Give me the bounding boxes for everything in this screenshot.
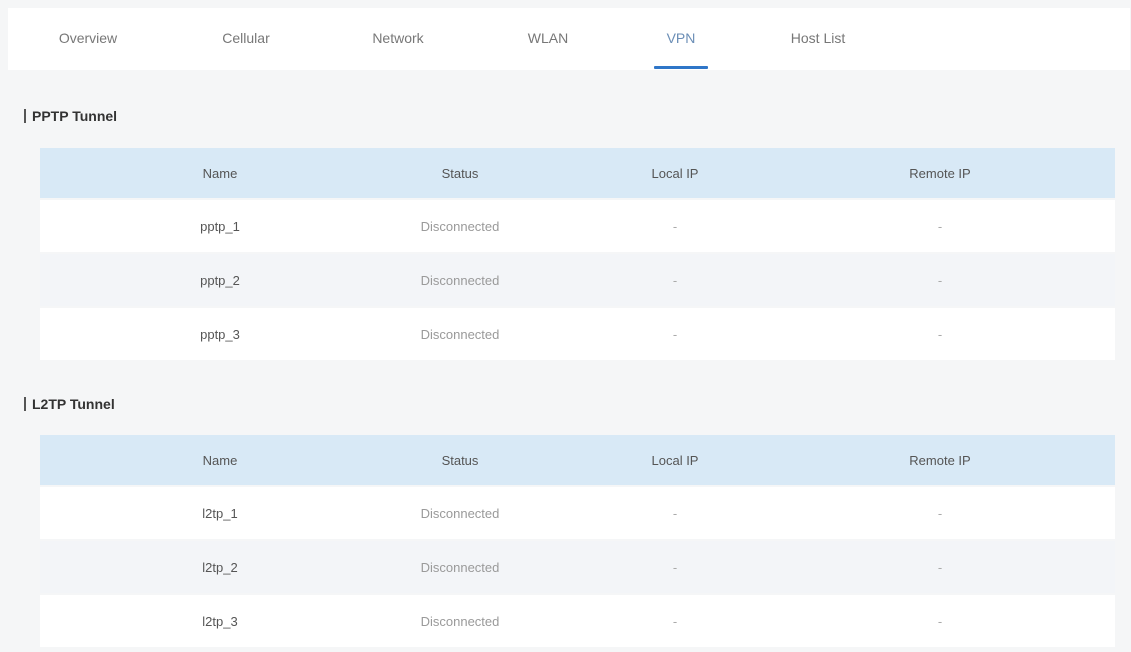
tunnel-status: Disconnected bbox=[420, 613, 500, 629]
tab-overview[interactable]: Overview bbox=[48, 30, 128, 46]
remote-ip: - bbox=[937, 218, 943, 234]
tunnel-status: Disconnected bbox=[420, 218, 500, 234]
tunnel-name: l2tp_2 bbox=[202, 559, 238, 575]
tunnel-status: Disconnected bbox=[420, 326, 500, 342]
tunnel-status: Disconnected bbox=[420, 272, 500, 288]
l2tp-section-label: L2TP Tunnel bbox=[32, 396, 115, 412]
table-row: l2tp_2 Disconnected - - bbox=[40, 541, 1115, 593]
remote-ip: - bbox=[937, 559, 943, 575]
tunnel-status: Disconnected bbox=[420, 505, 500, 521]
tunnel-name: l2tp_3 bbox=[202, 613, 238, 629]
tunnel-name: pptp_3 bbox=[200, 326, 240, 342]
pptp-section-title: PPTP Tunnel bbox=[24, 108, 117, 124]
table-row: l2tp_1 Disconnected - - bbox=[40, 487, 1115, 539]
table-row: pptp_3 Disconnected - - bbox=[40, 308, 1115, 360]
table-row: l2tp_3 Disconnected - - bbox=[40, 595, 1115, 647]
tab-wlan[interactable]: WLAN bbox=[508, 30, 588, 46]
tab-host-list[interactable]: Host List bbox=[778, 30, 858, 46]
remote-ip: - bbox=[937, 505, 943, 521]
section-marker bbox=[24, 397, 26, 411]
vpn-status-page: Overview Cellular Network WLAN VPN Host … bbox=[0, 0, 1131, 652]
l2tp-table: Name Status Local IP Remote IP l2tp_1 Di… bbox=[40, 435, 1115, 647]
remote-ip: - bbox=[937, 326, 943, 342]
tab-vpn[interactable]: VPN bbox=[641, 30, 721, 46]
local-ip: - bbox=[672, 559, 678, 575]
column-header-remote-ip: Remote IP bbox=[909, 165, 971, 181]
tab-network[interactable]: Network bbox=[358, 30, 438, 46]
pptp-section-label: PPTP Tunnel bbox=[32, 108, 118, 124]
table-row: pptp_1 Disconnected - - bbox=[40, 200, 1115, 252]
column-header-name: Name bbox=[202, 165, 238, 181]
remote-ip: - bbox=[937, 613, 943, 629]
tunnel-name: pptp_1 bbox=[200, 218, 240, 234]
table-header-row: Name Status Local IP Remote IP bbox=[40, 435, 1115, 485]
column-header-local-ip: Local IP bbox=[651, 452, 699, 468]
local-ip: - bbox=[672, 326, 678, 342]
column-header-name: Name bbox=[202, 452, 238, 468]
column-header-local-ip: Local IP bbox=[651, 165, 699, 181]
table-row: pptp_2 Disconnected - - bbox=[40, 254, 1115, 306]
tunnel-status: Disconnected bbox=[420, 559, 500, 575]
remote-ip: - bbox=[937, 272, 943, 288]
tunnel-name: l2tp_1 bbox=[202, 505, 238, 521]
local-ip: - bbox=[672, 613, 678, 629]
section-marker bbox=[24, 109, 26, 123]
local-ip: - bbox=[672, 218, 678, 234]
column-header-status: Status bbox=[441, 452, 479, 468]
tab-bar: Overview Cellular Network WLAN VPN Host … bbox=[8, 8, 1130, 70]
tunnel-name: pptp_2 bbox=[200, 272, 240, 288]
l2tp-section-title: L2TP Tunnel bbox=[24, 396, 115, 412]
local-ip: - bbox=[672, 272, 678, 288]
tab-cellular[interactable]: Cellular bbox=[206, 30, 286, 46]
table-header-row: Name Status Local IP Remote IP bbox=[40, 148, 1115, 198]
column-header-remote-ip: Remote IP bbox=[909, 452, 971, 468]
column-header-status: Status bbox=[441, 165, 479, 181]
pptp-table: Name Status Local IP Remote IP pptp_1 Di… bbox=[40, 148, 1115, 360]
active-tab-indicator bbox=[654, 66, 708, 69]
local-ip: - bbox=[672, 505, 678, 521]
